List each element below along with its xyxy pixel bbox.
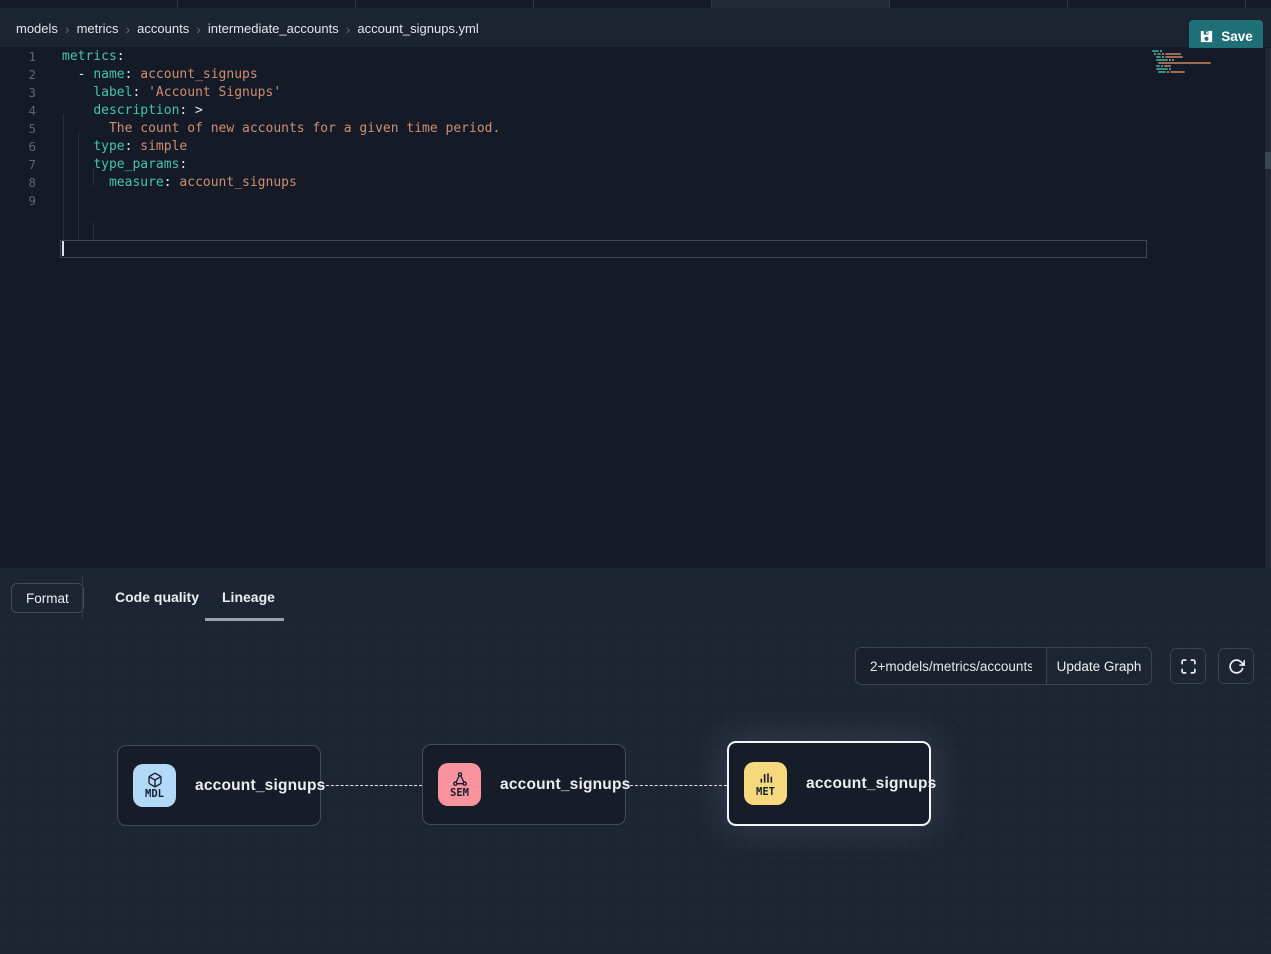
top-tab[interactable] — [712, 0, 890, 8]
top-tab[interactable] — [1246, 0, 1271, 8]
model-cube-icon: MDL — [133, 764, 176, 807]
chevron-right-icon: › — [65, 21, 70, 36]
chevron-right-icon: › — [196, 21, 201, 36]
lineage-node-sem[interactable]: SEMaccount_signups — [422, 744, 626, 825]
chevron-right-icon: › — [125, 21, 130, 36]
breadcrumb-item[interactable]: metrics — [77, 21, 119, 36]
tab-lineage[interactable]: Lineage — [222, 589, 275, 605]
lineage-node-mdl[interactable]: MDLaccount_signups — [117, 745, 321, 826]
save-button-label: Save — [1221, 29, 1253, 44]
ide-window: models › metrics › accounts › intermediate_acc… — [0, 0, 1271, 954]
format-button[interactable]: Format — [11, 583, 84, 613]
panel-tab-bar: Format Code quality Lineage — [0, 568, 1271, 625]
lineage-canvas[interactable]: Update Graph MDLacc — [0, 625, 1271, 954]
code-line: The count of new accounts for a given ti… — [62, 120, 500, 138]
node-label: account_signups — [195, 777, 325, 795]
lineage-edge — [625, 785, 727, 786]
lineage-node-met[interactable]: METaccount_signups — [727, 741, 931, 826]
divider — [82, 575, 83, 619]
indent-guide — [93, 222, 94, 240]
breadcrumb-bar: models › metrics › accounts › intermediate_acc… — [0, 8, 1271, 48]
save-icon — [1199, 29, 1214, 44]
lineage-selector-input[interactable] — [855, 647, 1047, 685]
fullscreen-button[interactable] — [1170, 648, 1206, 684]
top-tab[interactable] — [356, 0, 534, 8]
breadcrumb-item[interactable]: intermediate_accounts — [208, 21, 339, 36]
code-line: metrics: — [62, 48, 125, 66]
fullscreen-icon — [1180, 658, 1197, 675]
current-line-highlight — [60, 240, 1147, 258]
chevron-right-icon: › — [346, 21, 351, 36]
lineage-edge — [321, 785, 422, 786]
refresh-icon — [1228, 658, 1245, 675]
node-label: account_signups — [806, 775, 936, 793]
text-cursor — [62, 241, 64, 256]
top-tab[interactable] — [534, 0, 712, 8]
active-tab-underline — [205, 618, 284, 621]
editor-scrollbar[interactable] — [1265, 48, 1271, 568]
metric-chart-icon: MET — [744, 762, 787, 805]
top-tab[interactable] — [1068, 0, 1246, 8]
code-editor[interactable]: 123456789 metrics: - name: account_signu… — [0, 48, 1271, 568]
code-line: type: simple — [62, 138, 187, 156]
bottom-panel: Format Code quality Lineage Update Graph — [0, 568, 1271, 954]
refresh-button[interactable] — [1218, 648, 1254, 684]
breadcrumb-item[interactable]: accounts — [137, 21, 189, 36]
code-line: - name: account_signups — [62, 66, 258, 84]
breadcrumb-item[interactable]: account_signups.yml — [357, 21, 478, 36]
breadcrumb-item[interactable]: models — [16, 21, 58, 36]
semantic-network-icon: SEM — [438, 763, 481, 806]
code-line: label: 'Account Signups' — [62, 84, 281, 102]
code-line: type_params: — [62, 156, 187, 174]
editor-minimap[interactable] — [1152, 50, 1216, 77]
tab-code-quality[interactable]: Code quality — [115, 589, 199, 605]
top-tab[interactable] — [178, 0, 356, 8]
code-line: description: > — [62, 102, 203, 120]
top-tab[interactable] — [0, 0, 178, 8]
update-graph-button[interactable]: Update Graph — [1046, 647, 1152, 685]
code-line: measure: account_signups — [62, 174, 297, 192]
node-label: account_signups — [500, 776, 630, 794]
code-lines[interactable]: metrics: - name: account_signups label: … — [0, 48, 1264, 568]
breadcrumb: models › metrics › accounts › intermediate_acc… — [16, 8, 479, 48]
scrollbar-thumb[interactable] — [1265, 152, 1271, 169]
tab-strip — [0, 0, 1271, 8]
top-tab[interactable] — [890, 0, 1068, 8]
